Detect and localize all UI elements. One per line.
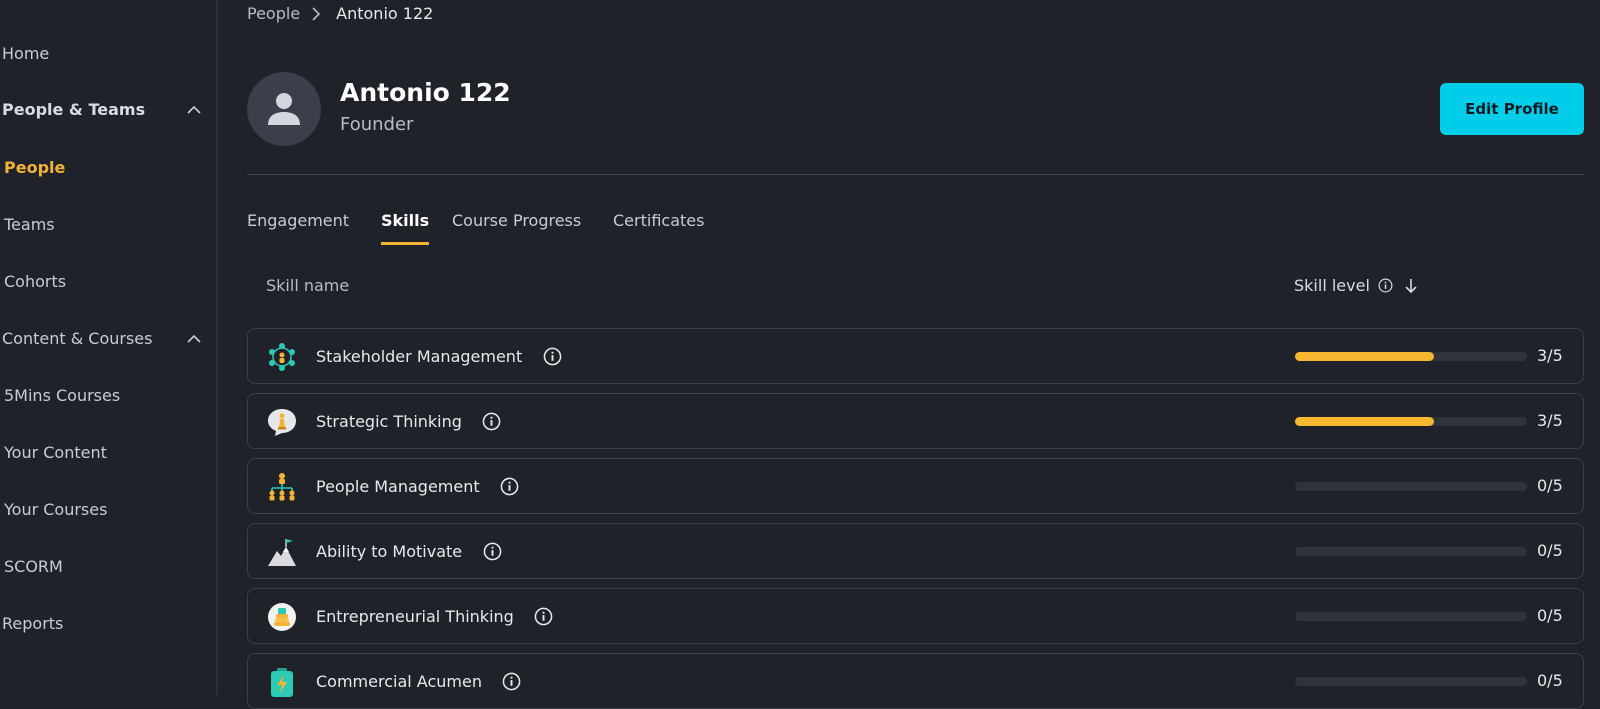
nav-content-courses[interactable]: Content & Courses — [2, 323, 202, 353]
nav-home[interactable]: Home — [2, 38, 49, 68]
skill-score: 0/5 — [1537, 606, 1563, 625]
skill-score: 3/5 — [1537, 411, 1563, 430]
nav-your-courses[interactable]: Your Courses — [4, 494, 107, 524]
info-icon[interactable] — [534, 606, 554, 626]
info-icon[interactable] — [482, 541, 502, 561]
table-row[interactable]: Ability to Motivate 0/5 — [247, 523, 1584, 579]
column-header-skill-level-label: Skill level — [1294, 276, 1370, 295]
breadcrumb: People Antonio 122 — [247, 4, 433, 23]
skill-name: Entrepreneurial Thinking — [316, 606, 554, 626]
table-row[interactable]: Stakeholder Management 3/5 — [247, 328, 1584, 384]
battery-bolt-icon — [266, 666, 298, 698]
nav-5mins-courses[interactable]: 5Mins Courses — [4, 380, 120, 410]
table-row[interactable]: Entrepreneurial Thinking 0/5 — [247, 588, 1584, 644]
skill-name-label: Stakeholder Management — [316, 346, 523, 366]
chevron-up-icon[interactable] — [186, 101, 202, 117]
skill-level-bar — [1295, 352, 1527, 361]
tab-skills[interactable]: Skills — [381, 205, 430, 245]
column-header-skill-level[interactable]: Skill level — [1294, 276, 1420, 295]
table-row[interactable]: Commercial Acumen 0/5 — [247, 653, 1584, 709]
column-header-skill-name-label: Skill name — [266, 276, 350, 295]
skill-name-label: Commercial Acumen — [316, 671, 482, 691]
skill-level-bar — [1295, 677, 1527, 686]
column-header-skill-name: Skill name — [266, 276, 349, 295]
skill-name-label: Ability to Motivate — [316, 541, 463, 561]
sidebar: Home People & Teams People Teams Cohorts… — [0, 0, 218, 695]
breadcrumb-people-link[interactable]: People — [247, 4, 300, 23]
nav-teams-label: Teams — [4, 214, 55, 234]
avatar — [247, 72, 321, 146]
edit-profile-button[interactable]: Edit Profile — [1440, 83, 1584, 135]
coin-stack-icon — [266, 601, 298, 633]
nav-teams[interactable]: Teams — [4, 209, 55, 239]
nav-content-courses-label: Content & Courses — [2, 328, 153, 348]
org-chart-icon — [266, 471, 298, 503]
nav-people-label: People — [4, 157, 66, 177]
network-icon — [266, 341, 298, 373]
info-icon[interactable] — [1378, 278, 1394, 294]
skill-score: 3/5 — [1537, 346, 1563, 365]
profile-name: Antonio 122 — [340, 78, 511, 107]
profile-role: Founder — [340, 114, 414, 135]
skill-name-label: Strategic Thinking — [316, 411, 462, 431]
skill-level-bar-fill — [1295, 417, 1434, 426]
nav-reports-label: Reports — [2, 613, 64, 633]
nav-cohorts-label: Cohorts — [4, 271, 67, 291]
skill-name: Stakeholder Management — [316, 346, 562, 366]
nav-your-courses-label: Your Courses — [4, 499, 108, 519]
nav-your-content-label: Your Content — [4, 442, 107, 462]
chevron-right-icon — [312, 6, 324, 21]
skill-name-label: People Management — [316, 476, 480, 496]
nav-cohorts[interactable]: Cohorts — [4, 266, 66, 296]
skill-level-bar-fill — [1295, 352, 1434, 361]
nav-reports[interactable]: Reports — [2, 608, 63, 638]
nav-people-teams-label: People & Teams — [2, 99, 146, 119]
nav-5mins-courses-label: 5Mins Courses — [4, 385, 121, 405]
skill-name: People Management — [316, 476, 520, 496]
nav-people[interactable]: People — [4, 152, 65, 182]
tab-engagement[interactable]: Engagement — [247, 205, 349, 245]
header-divider — [247, 174, 1584, 175]
skill-name: Ability to Motivate — [316, 541, 502, 561]
mountain-flag-icon — [266, 536, 298, 568]
skill-level-bar — [1295, 547, 1527, 556]
user-icon — [268, 93, 300, 125]
tab-certificates[interactable]: Certificates — [613, 205, 704, 245]
main-content: People Antonio 122 Antonio 122 Founder E… — [247, 0, 1585, 709]
sort-arrow-down-icon[interactable] — [1402, 277, 1420, 295]
skill-score: 0/5 — [1537, 541, 1563, 560]
nav-your-content[interactable]: Your Content — [4, 437, 107, 467]
info-icon[interactable] — [502, 671, 522, 691]
table-row[interactable]: People Management 0/5 — [247, 458, 1584, 514]
skill-score: 0/5 — [1537, 476, 1563, 495]
nav-scorm[interactable]: SCORM — [4, 551, 63, 581]
skill-level-bar — [1295, 417, 1527, 426]
nav-scorm-label: SCORM — [4, 556, 63, 576]
info-icon[interactable] — [482, 411, 502, 431]
tab-course-progress[interactable]: Course Progress — [452, 205, 581, 245]
table-row[interactable]: Strategic Thinking 3/5 — [247, 393, 1584, 449]
info-icon[interactable] — [542, 346, 562, 366]
skill-score: 0/5 — [1537, 671, 1563, 690]
skill-name: Commercial Acumen — [316, 671, 522, 691]
nav-people-teams[interactable]: People & Teams — [2, 94, 202, 124]
skill-name: Strategic Thinking — [316, 411, 502, 431]
info-icon[interactable] — [500, 476, 520, 496]
skill-level-bar — [1295, 612, 1527, 621]
breadcrumb-current: Antonio 122 — [336, 4, 434, 23]
skill-name-label: Entrepreneurial Thinking — [316, 606, 514, 626]
nav-home-label: Home — [2, 43, 50, 63]
chess-bubble-icon — [266, 406, 298, 438]
chevron-up-icon[interactable] — [186, 330, 202, 346]
skill-level-bar — [1295, 482, 1527, 491]
